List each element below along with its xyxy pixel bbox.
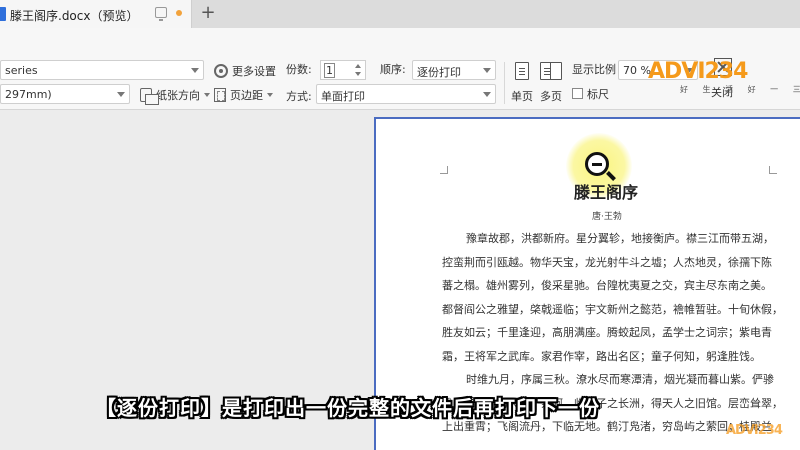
watermark-tagline: 好 生 活 好 一 三 四 (680, 85, 800, 94)
new-tab-button[interactable]: + (198, 2, 218, 24)
unsaved-dot-icon (176, 10, 182, 16)
monitor-icon[interactable] (155, 7, 167, 21)
multi-page-label: 多页 (540, 90, 562, 103)
document-icon (0, 7, 6, 21)
single-page-icon (515, 62, 529, 80)
chevron-up-icon[interactable] (355, 64, 361, 68)
ruler-label: 标尺 (587, 88, 609, 101)
order-value: 逐份打印 (417, 66, 461, 79)
chevron-down-icon (267, 93, 273, 97)
copies-value: 1 (324, 63, 335, 78)
tab-bar: 滕王阁序.docx（预览） + (0, 0, 800, 28)
tab-title: 滕王阁序.docx（预览） (10, 9, 139, 23)
more-settings-button[interactable]: 更多设置 (214, 61, 276, 81)
document-line: 时维九月，序属三秋。潦水尽而寒潭清，烟光凝而暮山紫。俨骖 (466, 373, 774, 386)
gear-icon (214, 64, 228, 78)
document-line: 豫章故郡，洪都新府。星分翼轸，地接衡庐。襟三江而带五湖， (466, 232, 774, 245)
margins-icon (214, 88, 226, 102)
page-corner-mark (440, 166, 448, 174)
paper-size-value: 297mm) (5, 88, 52, 101)
mode-label: 方式: (286, 90, 312, 103)
more-settings-label: 更多设置 (232, 65, 276, 78)
paper-size-select[interactable]: 297mm) (0, 84, 130, 104)
document-line: 霜，王将军之武库。家君作宰，路出名区；童子何知，躬逢胜饯。 (442, 349, 761, 363)
single-page-label: 单页 (511, 90, 533, 103)
chevron-down-icon (483, 92, 491, 97)
ruler-checkbox[interactable] (572, 88, 583, 99)
document-title: 滕王阁序 (574, 183, 639, 202)
zoom-out-cursor-icon (585, 152, 609, 176)
tab-document[interactable]: 滕王阁序.docx（预览） (0, 0, 192, 28)
chevron-down-icon (191, 68, 199, 73)
single-page-button[interactable]: 单页 (507, 62, 537, 104)
divider (504, 62, 505, 104)
zoom-value: 70 % (623, 64, 651, 77)
orientation-icon (140, 88, 159, 105)
order-label: 顺序: (380, 63, 406, 76)
print-preview-toolbar: series 297mm) 更多设置 纸张方向 页边距 份数: 1 顺序: 逐份… (0, 28, 800, 110)
print-mode-value: 单面打印 (321, 90, 365, 103)
document-line: 控蛮荆而引瓯越。物华天宝，龙光射牛斗之墟；人杰地灵，徐孺下陈 (442, 255, 772, 269)
printer-select-value: series (5, 64, 38, 77)
chevron-down-icon (117, 92, 125, 97)
copies-label: 份数: (286, 63, 312, 76)
document-line: 胜友如云；千里逢迎，高朋满座。腾蛟起凤，孟学士之词宗；紫电青 (442, 326, 772, 339)
copies-stepper[interactable]: 1 (320, 60, 366, 80)
document-author: 唐·王勃 (592, 212, 622, 222)
video-subtitle: 【逐份打印】是打印出一份完整的文件后再打印下一份 (96, 396, 600, 420)
order-select[interactable]: 逐份打印 (412, 60, 496, 80)
margins-label: 页边距 (230, 89, 263, 102)
printer-select[interactable]: series (0, 60, 204, 80)
watermark-logo-small: ADVI234 (726, 423, 783, 438)
paper-orientation-button[interactable]: 纸张方向 (140, 85, 210, 105)
print-mode-select[interactable]: 单面打印 (316, 84, 496, 104)
page-corner-mark (769, 166, 777, 174)
margins-button[interactable]: 页边距 (214, 85, 273, 105)
document-line: 蕃之榻。雄州雾列，俊采星驰。台隍枕夷夏之交，宾主尽东南之美。 (442, 279, 772, 292)
zoom-label: 显示比例 (572, 63, 616, 76)
multi-page-icon (540, 62, 562, 80)
multi-page-button[interactable]: 多页 (536, 62, 566, 104)
chevron-down-icon (204, 93, 210, 97)
chevron-down-icon (483, 68, 491, 73)
watermark-logo: ADVI234 (648, 59, 748, 84)
document-line: 都督阎公之雅望，棨戟遥临；宇文新州之懿范，襜帷暂驻。十旬休假， (442, 302, 783, 316)
orientation-label: 纸张方向 (156, 89, 200, 102)
chevron-down-icon[interactable] (355, 72, 361, 76)
